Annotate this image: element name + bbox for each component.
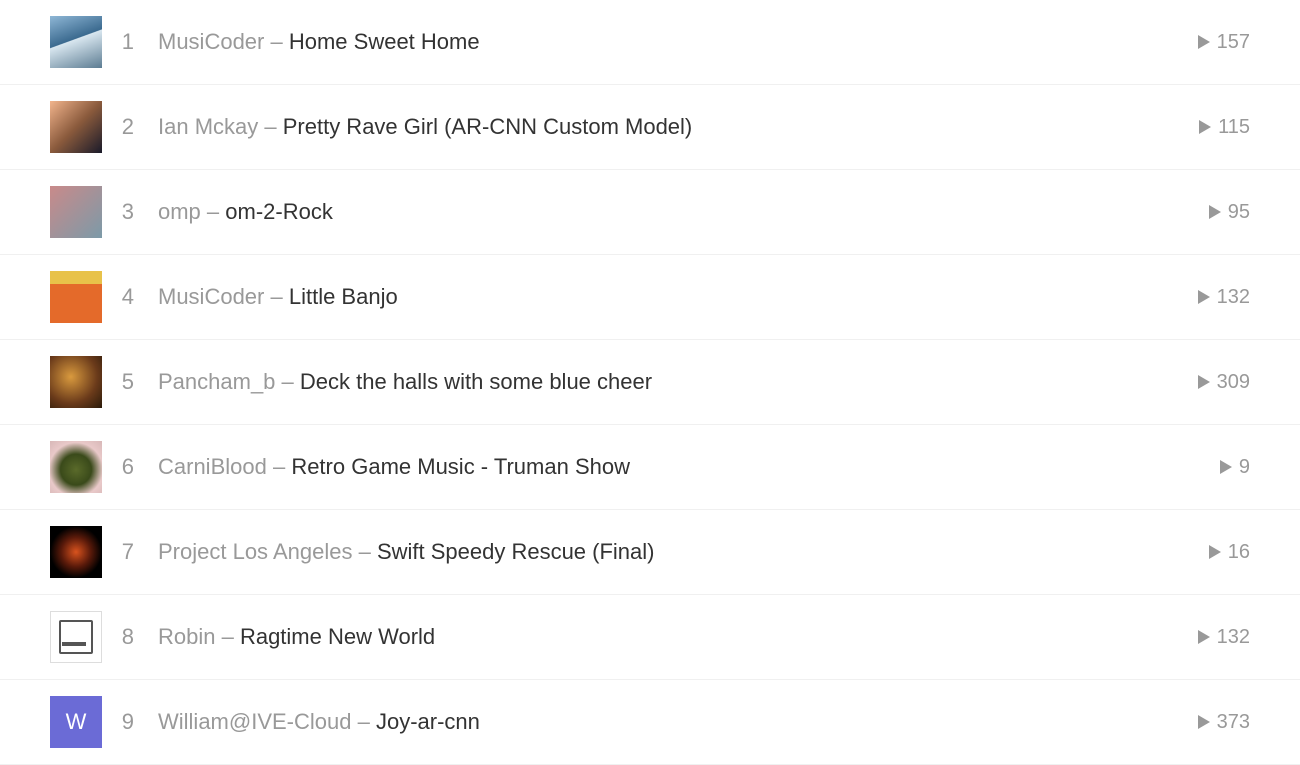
track-rank: 6	[102, 454, 158, 480]
play-count: 95	[1180, 201, 1250, 224]
track-row[interactable]: 1MusiCoder – Home Sweet Home 157	[0, 0, 1300, 85]
track-title[interactable]: Joy-ar-cnn	[376, 709, 480, 734]
play-count-value: 132	[1217, 626, 1250, 649]
track-artist[interactable]: omp	[158, 199, 201, 224]
track-row[interactable]: 8Robin – Ragtime New World 132	[0, 595, 1300, 680]
play-count: 157	[1180, 31, 1250, 54]
track-artist[interactable]: Ian Mckay	[158, 114, 258, 139]
play-icon	[1197, 375, 1211, 389]
track-row[interactable]: 2Ian Mckay – Pretty Rave Girl (AR-CNN Cu…	[0, 85, 1300, 170]
track-info[interactable]: Pancham_b – Deck the halls with some blu…	[158, 369, 1180, 395]
track-artist[interactable]: Robin	[158, 624, 215, 649]
track-info[interactable]: Robin – Ragtime New World	[158, 624, 1180, 650]
track-row[interactable]: 6CarniBlood – Retro Game Music - Truman …	[0, 425, 1300, 510]
track-row[interactable]: 4MusiCoder – Little Banjo 132	[0, 255, 1300, 340]
play-icon	[1198, 120, 1212, 134]
play-count: 373	[1180, 711, 1250, 734]
play-icon	[1197, 715, 1211, 729]
artist-title-separator: –	[201, 199, 225, 224]
track-list: 1MusiCoder – Home Sweet Home1572Ian Mcka…	[0, 0, 1300, 765]
play-count: 16	[1180, 541, 1250, 564]
track-info[interactable]: CarniBlood – Retro Game Music - Truman S…	[158, 454, 1180, 480]
track-rank: 3	[102, 199, 158, 225]
track-title[interactable]: Little Banjo	[289, 284, 398, 309]
track-title[interactable]: Ragtime New World	[240, 624, 435, 649]
play-count-value: 115	[1218, 116, 1250, 139]
track-title[interactable]: Home Sweet Home	[289, 29, 480, 54]
track-thumbnail[interactable]	[50, 186, 102, 238]
play-count: 132	[1180, 286, 1250, 309]
play-icon	[1197, 35, 1211, 49]
track-title[interactable]: Deck the halls with some blue cheer	[300, 369, 652, 394]
track-row[interactable]: 5Pancham_b – Deck the halls with some bl…	[0, 340, 1300, 425]
artist-title-separator: –	[351, 709, 375, 734]
artist-title-separator: –	[258, 114, 282, 139]
track-title[interactable]: om-2-Rock	[225, 199, 333, 224]
artist-title-separator: –	[267, 454, 291, 479]
play-icon	[1208, 545, 1222, 559]
track-artist[interactable]: William@IVE-Cloud	[158, 709, 351, 734]
play-icon	[1197, 290, 1211, 304]
play-count: 115	[1180, 116, 1250, 139]
track-rank: 9	[102, 709, 158, 735]
track-row[interactable]: 7Project Los Angeles – Swift Speedy Resc…	[0, 510, 1300, 595]
artist-title-separator: –	[275, 369, 299, 394]
track-title[interactable]: Swift Speedy Rescue (Final)	[377, 539, 655, 564]
track-thumbnail[interactable]	[50, 611, 102, 663]
track-rank: 2	[102, 114, 158, 140]
play-count: 9	[1180, 456, 1250, 479]
track-artist[interactable]: Project Los Angeles	[158, 539, 352, 564]
play-icon	[1219, 460, 1233, 474]
play-count-value: 95	[1228, 201, 1250, 224]
track-thumbnail[interactable]	[50, 271, 102, 323]
track-info[interactable]: Project Los Angeles – Swift Speedy Rescu…	[158, 539, 1180, 565]
play-count-value: 157	[1217, 31, 1250, 54]
track-info[interactable]: Ian Mckay – Pretty Rave Girl (AR-CNN Cus…	[158, 114, 1180, 140]
track-artist[interactable]: MusiCoder	[158, 284, 264, 309]
track-info[interactable]: William@IVE-Cloud – Joy-ar-cnn	[158, 709, 1180, 735]
track-artist[interactable]: CarniBlood	[158, 454, 267, 479]
track-artist[interactable]: MusiCoder	[158, 29, 264, 54]
track-thumbnail[interactable]	[50, 441, 102, 493]
track-title[interactable]: Retro Game Music - Truman Show	[291, 454, 630, 479]
play-count-value: 373	[1217, 711, 1250, 734]
track-rank: 7	[102, 539, 158, 565]
track-rank: 4	[102, 284, 158, 310]
track-title[interactable]: Pretty Rave Girl (AR-CNN Custom Model)	[283, 114, 693, 139]
artist-title-separator: –	[264, 29, 288, 54]
track-thumbnail[interactable]	[50, 526, 102, 578]
track-info[interactable]: MusiCoder – Little Banjo	[158, 284, 1180, 310]
track-row[interactable]: W9William@IVE-Cloud – Joy-ar-cnn 373	[0, 680, 1300, 765]
track-thumbnail[interactable]	[50, 356, 102, 408]
artist-title-separator: –	[215, 624, 239, 649]
track-row[interactable]: 3omp – om-2-Rock 95	[0, 170, 1300, 255]
play-count-value: 16	[1228, 541, 1250, 564]
play-icon	[1197, 630, 1211, 644]
track-thumbnail[interactable]	[50, 16, 102, 68]
artist-title-separator: –	[264, 284, 288, 309]
track-thumbnail[interactable]	[50, 101, 102, 153]
track-rank: 5	[102, 369, 158, 395]
artist-title-separator: –	[352, 539, 376, 564]
track-rank: 8	[102, 624, 158, 650]
track-rank: 1	[102, 29, 158, 55]
play-icon	[1208, 205, 1222, 219]
play-count-value: 309	[1217, 371, 1250, 394]
track-artist[interactable]: Pancham_b	[158, 369, 275, 394]
play-count: 309	[1180, 371, 1250, 394]
track-info[interactable]: omp – om-2-Rock	[158, 199, 1180, 225]
play-count: 132	[1180, 626, 1250, 649]
play-count-value: 132	[1217, 286, 1250, 309]
track-info[interactable]: MusiCoder – Home Sweet Home	[158, 29, 1180, 55]
track-thumbnail[interactable]: W	[50, 696, 102, 748]
play-count-value: 9	[1239, 456, 1250, 479]
